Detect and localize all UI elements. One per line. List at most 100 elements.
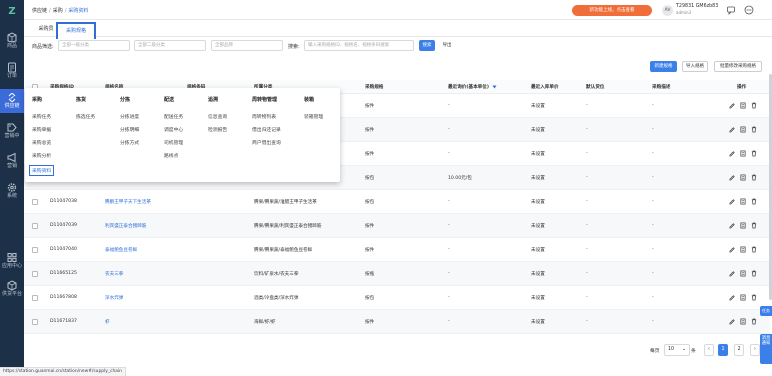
- delete-icon[interactable]: [751, 150, 757, 157]
- menu-item[interactable]: 商户借出查询: [252, 139, 281, 146]
- nav-orders[interactable]: 订单: [0, 59, 24, 83]
- cell-spec-name[interactable]: 腾鹏王甲子天下生活茶: [105, 199, 151, 205]
- brand-select[interactable]: 全部品牌: [211, 40, 283, 51]
- tab-purchase-spec[interactable]: 采购规格: [56, 22, 96, 39]
- edit-icon[interactable]: [729, 294, 735, 301]
- breadcrumb-item[interactable]: 采购: [53, 8, 63, 14]
- chat-icon[interactable]: [726, 5, 736, 15]
- detail-icon[interactable]: [740, 102, 746, 109]
- batch-modify-button[interactable]: 批量修改采购规格: [714, 61, 762, 72]
- edit-icon[interactable]: [729, 150, 735, 157]
- detail-icon[interactable]: [740, 270, 746, 277]
- nav-supply-chain[interactable]: 供应链: [0, 89, 24, 113]
- delete-icon[interactable]: [751, 222, 757, 229]
- table-row: D11667808 深水炸弹 酒类/冷盘类/深水炸弹 按包 - 未设置 - -: [24, 286, 770, 310]
- import-spec-button[interactable]: 导入规格: [682, 61, 708, 72]
- delete-icon[interactable]: [751, 318, 757, 325]
- nav-goods[interactable]: 商品: [0, 29, 24, 53]
- row-checkbox[interactable]: [32, 295, 38, 301]
- col-recent-price[interactable]: 最近询价(基本单位): [448, 84, 489, 90]
- detail-icon[interactable]: [740, 222, 746, 229]
- edit-icon[interactable]: [729, 126, 735, 133]
- row-checkbox[interactable]: [32, 271, 38, 277]
- menu-item[interactable]: 借出归还记录: [252, 126, 281, 133]
- category2-select[interactable]: 全部二级分类: [134, 40, 206, 51]
- delete-icon[interactable]: [751, 198, 757, 205]
- delete-icon[interactable]: [751, 294, 757, 301]
- menu-item[interactable]: 配送任务: [164, 113, 183, 120]
- menu-item[interactable]: 司机管理: [164, 139, 183, 146]
- notification-float-button[interactable]: 消息通知: [760, 334, 772, 364]
- detail-icon[interactable]: [740, 246, 746, 253]
- menu-item[interactable]: 分拣明细: [120, 126, 139, 133]
- edit-icon[interactable]: [729, 222, 735, 229]
- new-spec-button[interactable]: 新建规格: [650, 61, 677, 72]
- export-button[interactable]: 导出: [438, 40, 456, 51]
- row-checkbox[interactable]: [32, 223, 38, 229]
- breadcrumb-item[interactable]: 供应链: [32, 8, 47, 14]
- nav-app-center[interactable]: 应用中心: [0, 249, 24, 273]
- menu-item[interactable]: 分拣方式: [120, 139, 139, 146]
- new-feature-button[interactable]: 新功能上线，点击查看: [572, 5, 652, 16]
- menu-item[interactable]: 分拣进度: [120, 113, 139, 120]
- menu-item[interactable]: 采购分析: [32, 152, 51, 159]
- cell-spec-name[interactable]: 农夫三拳: [105, 271, 123, 277]
- sort-down-icon[interactable]: [492, 85, 497, 89]
- detail-icon[interactable]: [740, 198, 746, 205]
- menu-item[interactable]: 检测报告: [208, 126, 227, 133]
- search-button[interactable]: 搜索: [419, 40, 435, 51]
- cell-spec-name[interactable]: 泰福鲍鱼豆卷鲜: [105, 247, 137, 253]
- edit-icon[interactable]: [729, 102, 735, 109]
- edit-icon[interactable]: [729, 318, 735, 325]
- cell-spec-name[interactable]: 深水炸弹: [105, 295, 123, 301]
- edit-icon[interactable]: [729, 174, 735, 181]
- detail-icon[interactable]: [740, 126, 746, 133]
- menu-item[interactable]: 采购总览: [32, 139, 51, 146]
- menu-item[interactable]: 周转物列表: [252, 113, 276, 120]
- row-checkbox[interactable]: [32, 247, 38, 253]
- delete-icon[interactable]: [751, 246, 757, 253]
- edit-icon[interactable]: [729, 270, 735, 277]
- more-icon[interactable]: [744, 5, 754, 15]
- edit-icon[interactable]: [729, 198, 735, 205]
- nav-supply-platform[interactable]: 供货平台: [0, 277, 24, 301]
- cell-spec-name[interactable]: 虾: [105, 319, 110, 325]
- avatar[interactable]: AV: [662, 5, 673, 16]
- prev-page-button[interactable]: ‹: [704, 344, 714, 356]
- per-page-select[interactable]: 10 ⌄: [664, 344, 690, 356]
- nav-system[interactable]: 系统: [0, 179, 24, 203]
- delete-icon[interactable]: [751, 126, 757, 133]
- next-page-button[interactable]: ›: [750, 344, 760, 356]
- cell-recent-price: -: [448, 271, 450, 276]
- menu-item[interactable]: 装箱管理: [304, 113, 323, 120]
- menu-item[interactable]: 采购任务: [32, 113, 51, 120]
- menu-item[interactable]: 拣选任务: [76, 113, 95, 120]
- category1-select[interactable]: 全部一级分类: [58, 40, 130, 51]
- nav-marketing-center[interactable]: 营销中: [0, 119, 24, 143]
- menu-item[interactable]: 信息查询: [208, 113, 227, 120]
- delete-icon[interactable]: [751, 102, 757, 109]
- detail-icon[interactable]: [740, 150, 746, 157]
- menu-item[interactable]: 调度中心: [164, 126, 183, 133]
- page-2-button[interactable]: 2: [734, 344, 744, 356]
- page-1-button[interactable]: 1: [718, 344, 728, 356]
- menu-item[interactable]: 路线点: [164, 152, 178, 159]
- menu-item-current[interactable]: 采购资料: [29, 165, 55, 176]
- detail-icon[interactable]: [740, 294, 746, 301]
- edit-icon[interactable]: [729, 246, 735, 253]
- user-info[interactable]: T29831 GM6zb83 admin3: [676, 4, 718, 16]
- col-purchase-spec: 采购规格: [365, 85, 384, 90]
- detail-icon[interactable]: [740, 318, 746, 325]
- task-float-button[interactable]: 任务: [760, 306, 772, 316]
- delete-icon[interactable]: [751, 270, 757, 277]
- menu-item[interactable]: 采购单据: [32, 126, 51, 133]
- row-checkbox[interactable]: [32, 319, 38, 325]
- delete-icon[interactable]: [751, 174, 757, 181]
- detail-icon[interactable]: [740, 174, 746, 181]
- row-checkbox[interactable]: [32, 199, 38, 205]
- per-page-label: 每页: [650, 349, 660, 354]
- nav-marketing[interactable]: 营销: [0, 149, 24, 173]
- logo[interactable]: Z: [5, 7, 19, 17]
- search-input[interactable]: 输入采购规格ID、规格名、规格条码搜索: [304, 40, 414, 51]
- cell-spec-name[interactable]: 利宾盛正泰合猪蹄筋: [105, 223, 146, 229]
